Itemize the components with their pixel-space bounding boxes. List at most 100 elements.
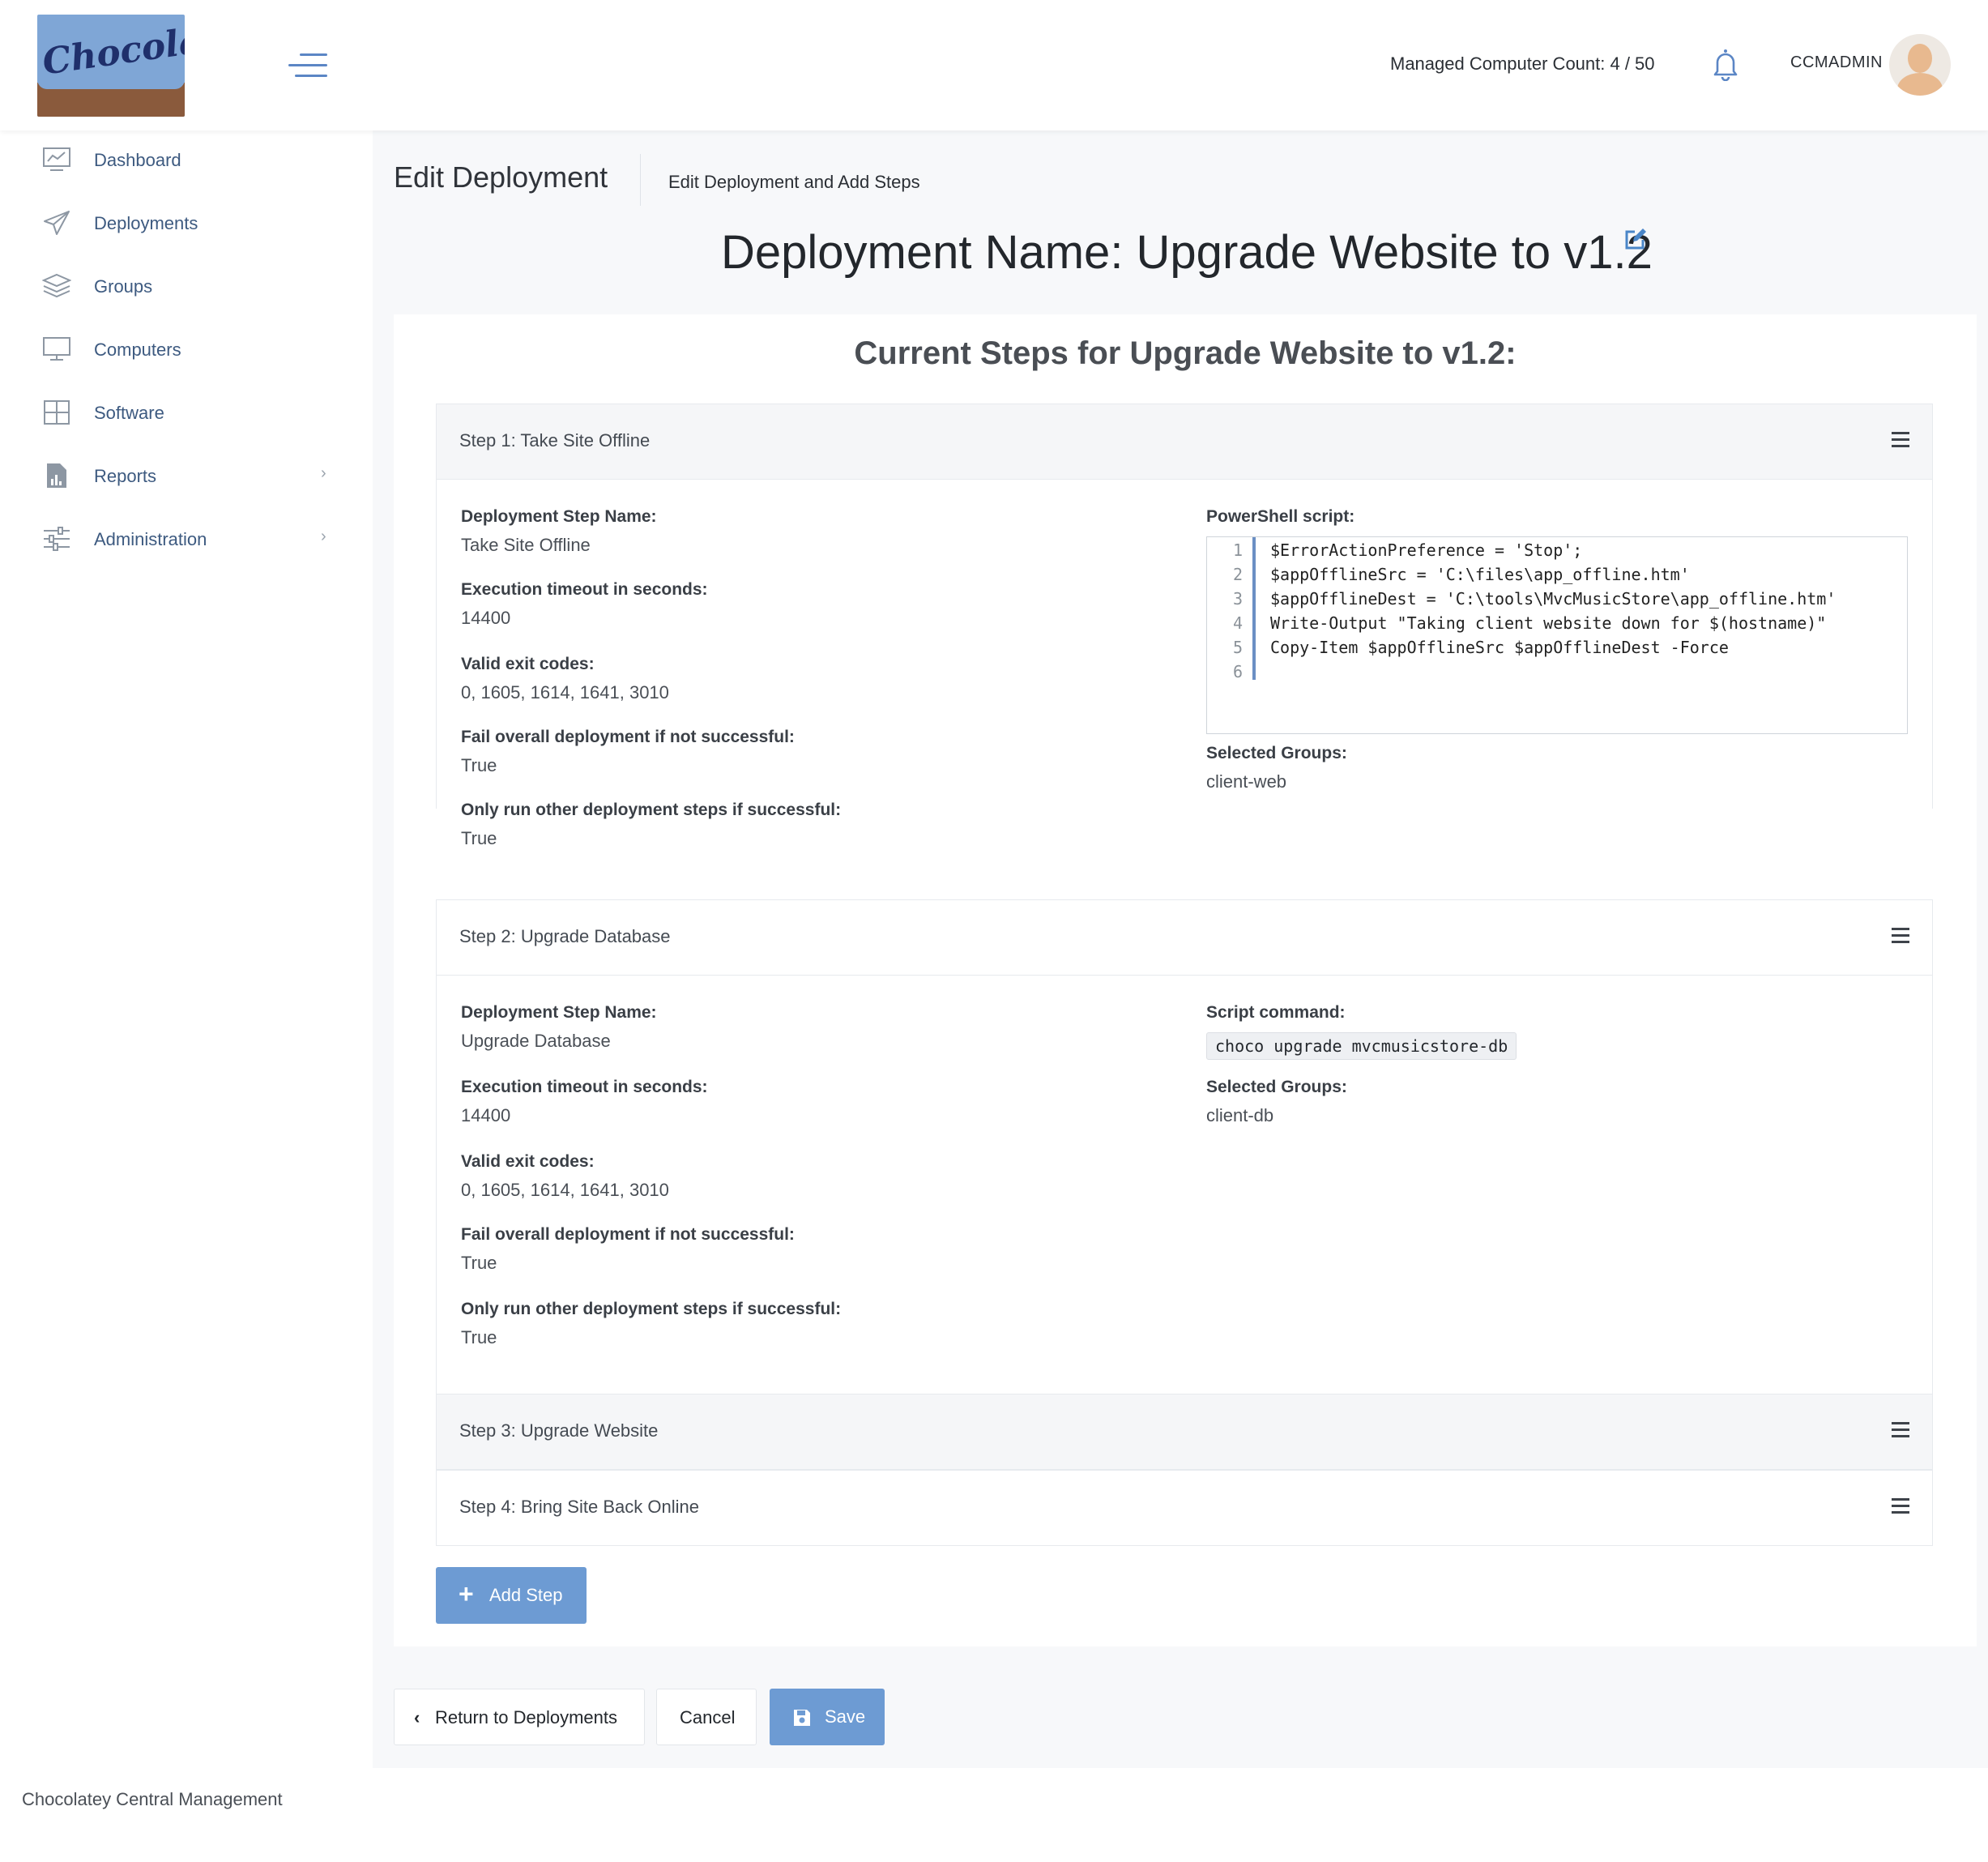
plus-icon: + xyxy=(459,1579,474,1608)
step-title: Step 1: Take Site Offline xyxy=(459,430,651,451)
field-label: Fail overall deployment if not successfu… xyxy=(461,728,795,746)
chocolatey-logo[interactable]: Chocolatey xyxy=(37,15,185,117)
page-title: Edit Deployment xyxy=(394,160,608,194)
step-title: Step 4: Bring Site Back Online xyxy=(459,1497,699,1517)
sidebar-item-administration[interactable]: Administration › xyxy=(0,513,356,565)
field-label: Valid exit codes: xyxy=(461,655,595,673)
drag-handle-icon[interactable] xyxy=(1892,1498,1909,1514)
edit-icon[interactable] xyxy=(1623,227,1648,251)
editor-gutter: 1 2 3 4 5 6 xyxy=(1207,537,1256,681)
step-name-value: Upgrade Database xyxy=(461,1031,611,1051)
code-line: $ErrorActionPreference = 'Stop'; xyxy=(1270,540,1583,560)
drag-handle-icon[interactable] xyxy=(1892,1422,1909,1438)
sidebar-item-computers[interactable]: Computers xyxy=(0,323,356,375)
return-label: Return to Deployments xyxy=(435,1707,617,1727)
chevron-right-icon: › xyxy=(321,464,326,482)
step-body-1: Deployment Step Name: Take Site Offline … xyxy=(436,480,1933,848)
sidebar-label: Administration xyxy=(94,529,207,549)
field-label: Execution timeout in seconds: xyxy=(461,1078,708,1096)
only-run-value: True xyxy=(461,1327,497,1347)
drag-handle-icon[interactable] xyxy=(1892,928,1909,944)
field-label: Fail overall deployment if not successfu… xyxy=(461,1225,795,1244)
cancel-button[interactable]: Cancel xyxy=(656,1689,757,1745)
step-name-value: Take Site Offline xyxy=(461,535,591,555)
field-label: Only run other deployment steps if succe… xyxy=(461,1300,842,1318)
add-step-label: Add Step xyxy=(489,1585,563,1605)
paper-plane-icon xyxy=(44,211,70,235)
field-label: Script command: xyxy=(1206,1003,1346,1022)
line-number: 2 xyxy=(1232,565,1243,584)
sidebar-item-dashboard[interactable]: Dashboard xyxy=(0,134,356,186)
sidebar: Dashboard Deployments Groups Computers S… xyxy=(0,130,373,1768)
sidebar-label: Deployments xyxy=(94,213,198,233)
avatar[interactable] xyxy=(1889,34,1951,96)
line-number: 6 xyxy=(1232,662,1243,681)
sliders-icon xyxy=(44,527,70,551)
sidebar-item-deployments[interactable]: Deployments xyxy=(0,197,356,249)
line-number: 5 xyxy=(1232,638,1243,657)
bell-icon[interactable] xyxy=(1711,49,1740,81)
step-body-2: Deployment Step Name: Upgrade Database E… xyxy=(436,976,1933,1394)
steps-title: Current Steps for Upgrade Website to v1.… xyxy=(854,335,1517,371)
save-button[interactable]: Save xyxy=(770,1689,885,1745)
step-title: Step 2: Upgrade Database xyxy=(459,926,671,946)
field-label: Deployment Step Name: xyxy=(461,507,657,526)
field-label: Only run other deployment steps if succe… xyxy=(461,801,842,819)
field-label: Selected Groups: xyxy=(1206,744,1347,762)
step-header-4[interactable]: Step 4: Bring Site Back Online xyxy=(436,1470,1933,1546)
steps-panel: Current Steps for Upgrade Website to v1.… xyxy=(394,314,1977,1646)
footer: Chocolatey Central Management xyxy=(0,1768,1988,1862)
code-line: Copy-Item $appOfflineSrc $appOfflineDest… xyxy=(1270,638,1729,657)
add-step-button[interactable]: + Add Step xyxy=(436,1567,587,1624)
menu-toggle-icon[interactable] xyxy=(288,53,327,78)
sidebar-label: Reports xyxy=(94,466,157,486)
timeout-value: 14400 xyxy=(461,1105,511,1125)
script-command-value: choco upgrade mvcmusicstore-db xyxy=(1206,1032,1517,1060)
sidebar-label: Computers xyxy=(94,340,181,360)
field-label: Selected Groups: xyxy=(1206,1078,1347,1096)
dashboard-icon xyxy=(43,147,70,171)
footer-text: Chocolatey Central Management xyxy=(22,1789,283,1809)
sidebar-label: Groups xyxy=(94,276,153,297)
fail-overall-value: True xyxy=(461,1253,497,1273)
step-header-1[interactable]: Step 1: Take Site Offline xyxy=(436,404,1933,480)
line-number: 4 xyxy=(1232,613,1243,633)
deployment-name-heading: Deployment Name: Upgrade Website to v1.2 xyxy=(721,226,1653,279)
step-header-3[interactable]: Step 3: Upgrade Website xyxy=(436,1394,1933,1470)
return-to-deployments-button[interactable]: ‹ Return to Deployments xyxy=(394,1689,645,1745)
sidebar-item-reports[interactable]: Reports › xyxy=(0,450,356,502)
report-icon xyxy=(47,463,66,488)
sidebar-label: Software xyxy=(94,403,164,423)
only-run-value: True xyxy=(461,828,497,848)
page-subtitle: Edit Deployment and Add Steps xyxy=(668,172,920,192)
sidebar-item-software[interactable]: Software xyxy=(0,386,356,438)
layers-icon xyxy=(42,273,71,298)
field-label: PowerShell script: xyxy=(1206,507,1355,526)
code-line: $appOfflineSrc = 'C:\files\app_offline.h… xyxy=(1270,565,1690,584)
field-label: Valid exit codes: xyxy=(461,1152,595,1171)
line-number: 1 xyxy=(1232,540,1243,560)
sidebar-label: Dashboard xyxy=(94,150,181,170)
step-header-2[interactable]: Step 2: Upgrade Database xyxy=(436,899,1933,976)
fail-overall-value: True xyxy=(461,755,497,775)
field-label: Deployment Step Name: xyxy=(461,1003,657,1022)
grid-icon xyxy=(44,400,70,425)
divider xyxy=(640,154,641,206)
top-header: Chocolatey Managed Computer Count: 4 / 5… xyxy=(0,0,1988,130)
powershell-script-editor[interactable]: 1 2 3 4 5 6 $ErrorActionPreference = 'St… xyxy=(1206,536,1908,734)
username[interactable]: CCMADMIN xyxy=(1790,53,1883,72)
selected-groups-value: client-db xyxy=(1206,1105,1274,1125)
sidebar-item-groups[interactable]: Groups xyxy=(0,260,356,312)
exit-codes-value: 0, 1605, 1614, 1641, 3010 xyxy=(461,682,669,703)
managed-computer-count: Managed Computer Count: 4 / 50 xyxy=(1390,53,1655,74)
drag-handle-icon[interactable] xyxy=(1892,432,1909,448)
chevron-right-icon: › xyxy=(321,527,326,545)
step-title: Step 3: Upgrade Website xyxy=(459,1420,659,1441)
timeout-value: 14400 xyxy=(461,608,511,628)
floppy-disk-icon xyxy=(794,1710,810,1726)
selected-groups-value: client-web xyxy=(1206,771,1287,792)
monitor-icon xyxy=(43,337,70,361)
save-label: Save xyxy=(825,1706,866,1727)
cancel-label: Cancel xyxy=(680,1707,736,1727)
chevron-left-icon: ‹ xyxy=(414,1707,420,1727)
